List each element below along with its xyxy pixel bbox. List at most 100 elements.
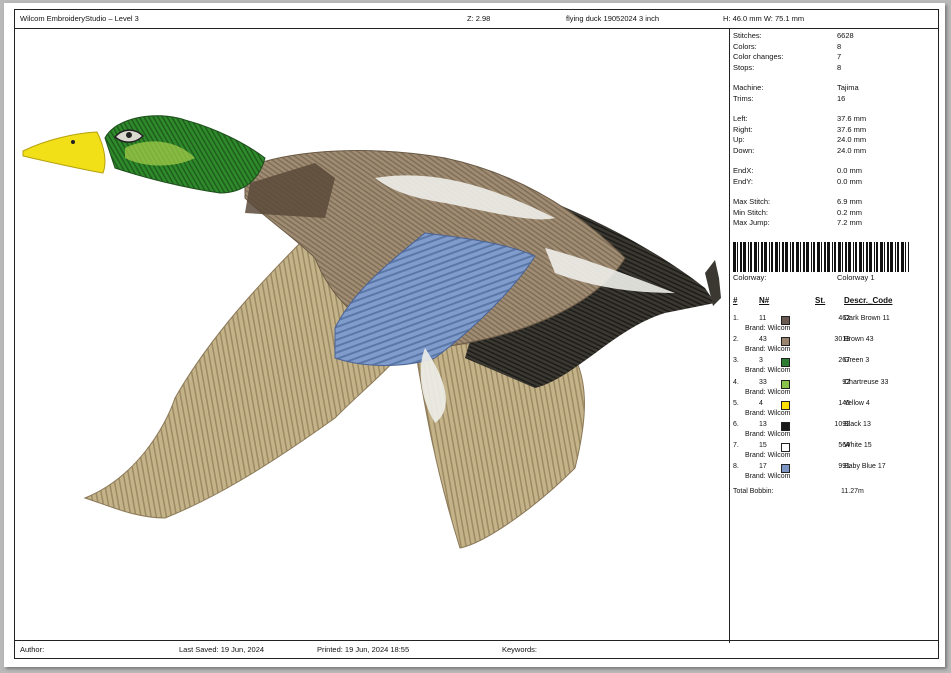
barcode-bar [792, 242, 794, 272]
barcode-bar [834, 242, 836, 272]
keywords-field: Keywords: [502, 645, 538, 654]
thread-index: 5. [733, 399, 739, 407]
stat-row: Color changes: 7 [733, 52, 842, 61]
thread-number: 17 [759, 463, 767, 471]
thread-index: 3. [733, 357, 739, 365]
thread-index: 4. [733, 378, 739, 386]
thread-row: 6. 13 1092 Black 13 Brand: Wilcom [733, 421, 938, 442]
barcode-bar [813, 242, 815, 272]
thread-brand: Brand: Wilcom [745, 325, 791, 332]
stat-row: Trims: 16 [733, 93, 846, 103]
stat-row: Colors: 8 [733, 41, 842, 51]
thread-color-swatch [781, 464, 790, 474]
thread-brand: Brand: Wilcom [745, 430, 791, 438]
total-bobbin-label: Total Bobbin: [733, 488, 774, 495]
barcode-bar [874, 242, 875, 272]
barcode-bar [790, 242, 791, 272]
thread-row: 7. 15 564 White 15 Brand: Wilcom [733, 442, 938, 463]
thread-index: 2. [733, 336, 739, 344]
barcode-bar [897, 242, 899, 272]
col-index: # [733, 296, 738, 305]
thread-color-swatch [781, 379, 790, 389]
barcode-bar [908, 242, 909, 272]
barcode-bar [863, 242, 864, 272]
thread-number: 13 [759, 420, 767, 428]
thread-brand: Brand: Wilcom [745, 452, 791, 460]
stat-row: Stops: 8 [733, 62, 842, 72]
barcode-bar [733, 242, 736, 272]
thread-color-swatch [781, 443, 790, 453]
stat-row: Max Jump: 7.2 mm [733, 218, 863, 227]
barcode-bar [859, 242, 862, 272]
stat-row: Left: 37.6 mm [733, 114, 867, 123]
thread-index: 7. [733, 442, 739, 450]
barcode-bar [866, 242, 868, 272]
barcode-bar [824, 242, 826, 272]
barcode-bar [779, 242, 780, 272]
thread-brand: Brand: Wilcom [745, 473, 791, 481]
flying-duck-embroidery [22, 115, 721, 549]
thread-row: 5. 4 145 Yellow 4 Brand: Wilcom [733, 400, 938, 421]
barcode-bar [796, 242, 799, 272]
thread-number: 33 [759, 378, 767, 386]
worksheet-header: Wilcom EmbroideryStudio – Level 3 Z: 2.9… [15, 10, 938, 29]
last-saved: Last Saved: 19 Jun, 2024 [179, 645, 265, 654]
thread-brand: Brand: Wilcom [745, 367, 791, 375]
design-size: H: 46.0 mm W: 75.1 mm [723, 14, 805, 23]
stat-row: Right: 37.6 mm [733, 124, 867, 134]
barcode-bar [887, 242, 889, 272]
barcode-bar [821, 242, 822, 272]
thread-color-swatch [781, 337, 790, 347]
barcode-bar [803, 242, 805, 272]
barcode-bar [775, 242, 778, 272]
barcode-bar [811, 242, 812, 272]
barcode-bar [901, 242, 904, 272]
author-field: Author: [20, 645, 45, 654]
total-bobbin-value: 11.27m [841, 488, 864, 495]
thread-color-swatch [781, 358, 790, 368]
panel-divider [729, 28, 730, 643]
barcode-bar [771, 242, 773, 272]
stat-row: Stitches: 6628 [733, 31, 854, 40]
barcode-bar [817, 242, 820, 272]
barcode [733, 242, 909, 272]
barcode-bar [764, 242, 767, 272]
barcode-bar [845, 242, 847, 272]
colorway-row: Colorway: Colorway 1 [733, 273, 938, 283]
barcode-bar [769, 242, 770, 272]
thread-table-header: # N# St. Descr._Code [733, 296, 938, 307]
thread-number: 15 [759, 442, 767, 450]
thread-row: 2. 43 3013 Brown 43 Brand: Wilcom [733, 336, 938, 357]
thread-color-swatch [781, 316, 790, 325]
col-stitches: St. [815, 296, 826, 305]
stat-row: Up: 24.0 mm [733, 135, 867, 144]
barcode-bar [890, 242, 893, 272]
barcode-bar [800, 242, 801, 272]
thread-number: 11 [759, 315, 767, 322]
thread-index: 8. [733, 463, 739, 471]
thread-description: Baby Blue 17 [844, 463, 886, 471]
barcode-bar [853, 242, 854, 272]
barcode-bar [869, 242, 872, 272]
barcode-bar [838, 242, 841, 272]
barcode-bar [806, 242, 809, 272]
barcode-bar [743, 242, 746, 272]
barcode-bar [884, 242, 885, 272]
barcode-bar [758, 242, 759, 272]
stat-row: EndY: 0.0 mm [733, 176, 863, 186]
thread-number: 43 [759, 336, 767, 344]
barcode-bar [748, 242, 749, 272]
thread-description: Black 13 [844, 420, 871, 428]
app-title: Wilcom EmbroideryStudio – Level 3 [20, 14, 139, 23]
barcode-bar [848, 242, 851, 272]
print-preview-sheet: Wilcom EmbroideryStudio – Level 3 Z: 2.9… [4, 3, 945, 667]
stat-row: Machine: Tajima [733, 83, 859, 92]
design-info-panel: Stitches: 6628 Colors: 8 Color changes: 7 S… [733, 31, 938, 229]
colorway-label: Colorway: [733, 273, 767, 282]
thread-brand: Brand: Wilcom [745, 409, 791, 417]
barcode-bar [832, 242, 833, 272]
thread-description: Yellow 4 [844, 399, 870, 407]
worksheet-frame: Wilcom EmbroideryStudio – Level 3 Z: 2.9… [14, 9, 939, 659]
thread-color-swatch [781, 421, 790, 431]
barcode-bar [855, 242, 857, 272]
